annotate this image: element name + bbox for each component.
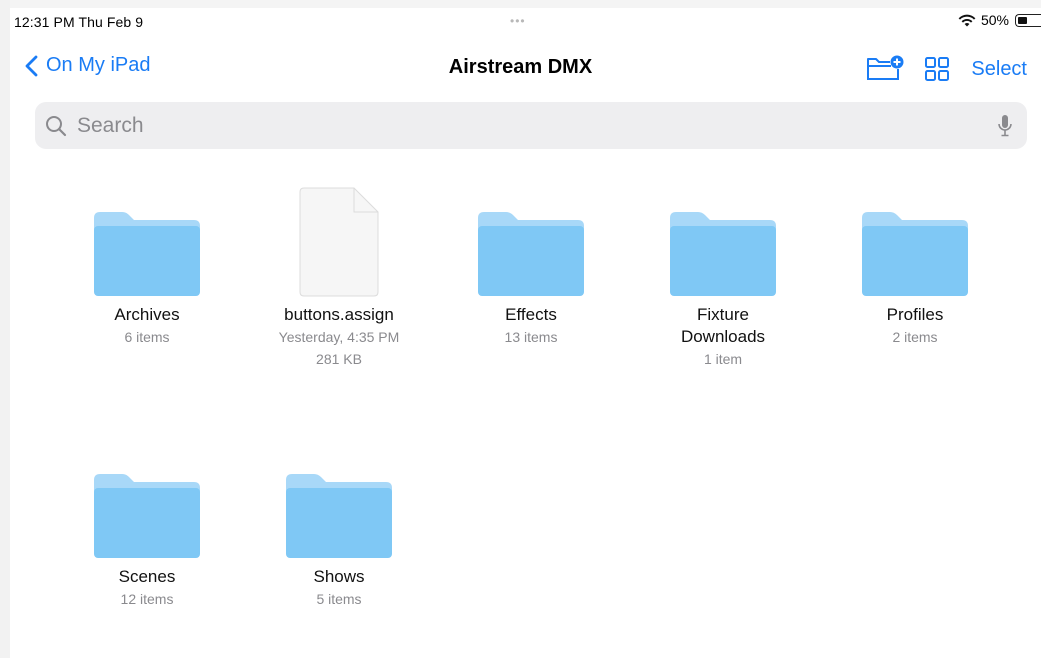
- folder-icon: [670, 212, 776, 296]
- folder-shows[interactable]: Shows 5 items: [244, 432, 434, 610]
- item-name: Scenes: [118, 567, 176, 586]
- item-size: 281 KB: [316, 351, 362, 367]
- left-edge: [0, 0, 10, 658]
- item-count: 5 items: [316, 591, 362, 607]
- item-name: Effects: [505, 305, 557, 324]
- folder-fixture-downloads[interactable]: Fixture Downloads 1 item: [628, 170, 818, 370]
- folder-thumbnail: [52, 170, 242, 298]
- folder-icon: [286, 474, 392, 558]
- item-date: Yesterday, 4:35 PM: [278, 329, 400, 345]
- folder-thumbnail: [52, 432, 242, 560]
- folder-icon: [94, 474, 200, 558]
- item-count: 2 items: [892, 329, 938, 345]
- folder-icon: [478, 212, 584, 296]
- item-count: 1 item: [703, 351, 743, 367]
- folder-icon: [94, 212, 200, 296]
- wifi-icon: [958, 14, 976, 27]
- battery-percent: 50%: [980, 12, 1009, 28]
- battery-icon: [1015, 13, 1041, 27]
- grid-view-icon: [925, 57, 950, 81]
- item-count: 6 items: [124, 329, 170, 345]
- folder-scenes[interactable]: Scenes 12 items: [52, 432, 242, 610]
- multitasking-dots[interactable]: •••: [510, 14, 526, 28]
- status-bar: 12:31 PM Thu Feb 9 ••• 50%: [0, 8, 1041, 38]
- folder-profiles[interactable]: Profiles 2 items: [820, 170, 1010, 348]
- status-indicators: 50%: [957, 12, 1041, 28]
- nav-actions: Select: [865, 52, 1027, 86]
- microphone-icon[interactable]: [997, 114, 1013, 138]
- item-name: Shows: [313, 567, 365, 586]
- files-app-window: 12:31 PM Thu Feb 9 ••• 50% On My iPad Ai…: [0, 0, 1041, 658]
- item-count: 13 items: [504, 329, 558, 345]
- item-count: 12 items: [120, 591, 174, 607]
- document-icon: [299, 187, 379, 297]
- file-thumbnail: [244, 170, 434, 298]
- battery-level: [1018, 16, 1027, 24]
- folder-thumbnail: [820, 170, 1010, 298]
- folder-thumbnail: [244, 432, 434, 560]
- file-buttons-assign[interactable]: buttons.assign Yesterday, 4:35 PM 281 KB: [244, 170, 434, 370]
- new-folder-icon: [867, 55, 904, 80]
- select-button[interactable]: Select: [971, 58, 1027, 81]
- folder-archives[interactable]: Archives 6 items: [52, 170, 242, 348]
- search-bar[interactable]: [35, 102, 1027, 149]
- item-name: Profiles: [886, 305, 944, 324]
- folder-icon: [862, 212, 968, 296]
- search-icon: [46, 115, 67, 136]
- navigation-bar: On My iPad Airstream DMX Select: [0, 44, 1041, 96]
- folder-thumbnail: [436, 170, 626, 298]
- new-folder-button[interactable]: [865, 52, 905, 86]
- view-options-button[interactable]: [917, 52, 957, 86]
- search-input[interactable]: [75, 112, 997, 139]
- item-name: Fixture Downloads: [680, 305, 766, 346]
- folder-thumbnail: [628, 170, 818, 298]
- status-time: 12:31 PM Thu Feb 9: [14, 14, 144, 30]
- item-name: Archives: [114, 305, 180, 324]
- top-edge: [0, 0, 1041, 8]
- folder-effects[interactable]: Effects 13 items: [436, 170, 626, 348]
- item-name: buttons.assign: [284, 305, 394, 324]
